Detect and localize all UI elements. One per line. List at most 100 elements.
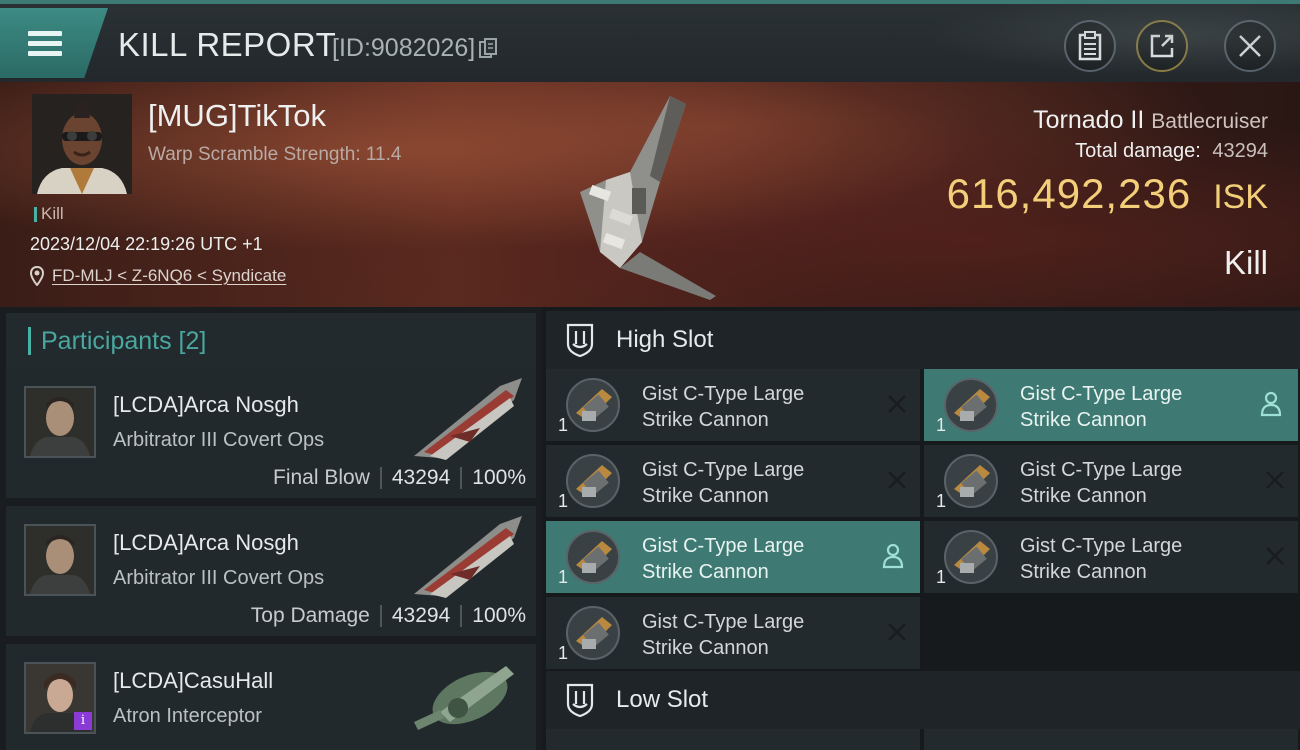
module-quantity: 1 bbox=[558, 491, 569, 511]
module-item[interactable]: 1 Gist C-Type Large Strike Cannon bbox=[546, 597, 920, 669]
location-link[interactable]: FD-MLJ < Z-6NQ6 < Syndicate bbox=[52, 266, 286, 286]
tag-marker bbox=[34, 206, 37, 222]
info-badge-icon: i bbox=[74, 712, 92, 730]
report-id[interactable]: [ID:9082026] bbox=[332, 34, 498, 63]
module-name-line2: Strike Cannon bbox=[1020, 409, 1147, 431]
module-name-line1: Gist C-Type Large bbox=[1020, 459, 1183, 481]
participant-ship-image[interactable] bbox=[410, 514, 528, 600]
high-slot-label: High Slot bbox=[616, 326, 714, 353]
close-button[interactable] bbox=[1224, 20, 1276, 72]
module-name-line2: Strike Cannon bbox=[642, 637, 769, 659]
module-item[interactable]: 1 Gist C-Type Large Strike Cannon bbox=[924, 521, 1298, 593]
participant-ship: Arbitrator III Covert Ops bbox=[113, 567, 325, 589]
hamburger-menu-icon bbox=[28, 26, 62, 61]
dropped-person-icon bbox=[1260, 391, 1282, 417]
participant-stats: Top Damage 43294 100% bbox=[251, 604, 526, 628]
kill-result: Kill bbox=[1223, 244, 1268, 281]
copy-icon[interactable] bbox=[479, 37, 498, 60]
divider bbox=[379, 605, 382, 627]
destroyed-icon bbox=[888, 623, 906, 641]
victim-ship-image[interactable] bbox=[560, 92, 740, 302]
module-quantity: 1 bbox=[936, 491, 947, 511]
cannon-module-icon bbox=[944, 378, 998, 432]
menu-button[interactable] bbox=[0, 8, 108, 78]
divider bbox=[460, 605, 463, 627]
kill-timestamp: 2023/12/04 22:19:26 UTC +1 bbox=[30, 234, 263, 254]
module-item-partial[interactable] bbox=[924, 729, 1298, 750]
victim-banner: [MUG]TikTok Warp Scramble Strength: 11.4… bbox=[0, 82, 1300, 307]
kill-tag-label: Kill bbox=[41, 204, 64, 223]
module-name-line2: Strike Cannon bbox=[642, 485, 769, 507]
participant-damage: 43294 bbox=[391, 604, 451, 627]
cannon-module-icon bbox=[566, 378, 620, 432]
module-item-partial[interactable] bbox=[546, 729, 920, 750]
participant-ship-image[interactable] bbox=[410, 376, 528, 462]
avatar bbox=[26, 388, 94, 456]
share-button[interactable] bbox=[1136, 20, 1188, 72]
participant-name[interactable]: [LCDA]Arca Nosgh bbox=[113, 530, 299, 556]
module-quantity: 1 bbox=[936, 415, 947, 435]
module-name-line2: Strike Cannon bbox=[642, 409, 769, 431]
participant-avatar[interactable] bbox=[24, 386, 96, 458]
participants-header: Participants [2] bbox=[6, 313, 536, 369]
location-pin-icon bbox=[30, 266, 44, 286]
victim-avatar bbox=[32, 94, 132, 194]
participant-damage: 43294 bbox=[391, 466, 451, 489]
destroyed-icon bbox=[888, 395, 906, 413]
module-name: Gist C-Type Large Strike Cannon bbox=[1020, 457, 1240, 509]
kill-tag: Kill bbox=[34, 204, 64, 224]
module-quantity: 1 bbox=[558, 643, 569, 663]
destroyed-icon bbox=[1266, 471, 1284, 489]
cannon-module-icon bbox=[566, 606, 620, 660]
module-name-line1: Gist C-Type Large bbox=[1020, 535, 1183, 557]
isk-line: 616,492,236 ISK bbox=[947, 170, 1268, 218]
clipboard-button[interactable] bbox=[1064, 20, 1116, 72]
module-name-line1: Gist C-Type Large bbox=[1020, 383, 1183, 405]
participant-percent: 100% bbox=[472, 466, 526, 489]
page-title: KILL REPORT bbox=[118, 26, 337, 63]
participant-name[interactable]: [LCDA]CasuHall bbox=[113, 668, 273, 694]
cannon-module-icon bbox=[944, 454, 998, 508]
participant-card[interactable]: i [LCDA]CasuHall Atron Interceptor bbox=[6, 644, 536, 750]
module-item[interactable]: 1 Gist C-Type Large Strike Cannon bbox=[546, 369, 920, 441]
report-id-text: [ID:9082026] bbox=[332, 34, 476, 62]
participant-role: Final Blow bbox=[273, 466, 370, 489]
module-item[interactable]: 1 Gist C-Type Large Strike Cannon bbox=[546, 521, 920, 593]
participant-card[interactable]: [LCDA]Arca Nosgh Arbitrator III Covert O… bbox=[6, 506, 536, 636]
module-quantity: 1 bbox=[558, 567, 569, 587]
victim-name[interactable]: [MUG]TikTok bbox=[148, 98, 326, 134]
participant-stats: Final Blow 43294 100% bbox=[273, 466, 526, 490]
participant-card[interactable]: [LCDA]Arca Nosgh Arbitrator III Covert O… bbox=[6, 368, 536, 498]
module-name-line1: Gist C-Type Large bbox=[642, 459, 805, 481]
victim-ship-line: Tornado II Battlecruiser bbox=[1033, 106, 1268, 135]
victim-portrait[interactable] bbox=[32, 94, 132, 194]
kill-location[interactable]: FD-MLJ < Z-6NQ6 < Syndicate bbox=[30, 266, 286, 286]
participant-avatar[interactable] bbox=[24, 524, 96, 596]
avatar bbox=[26, 526, 94, 594]
victim-subtitle: Warp Scramble Strength: 11.4 bbox=[148, 144, 402, 165]
cannon-module-icon bbox=[566, 530, 620, 584]
module-item[interactable]: 1 Gist C-Type Large Strike Cannon bbox=[546, 445, 920, 517]
high-slot-header: High Slot bbox=[546, 311, 1300, 369]
victim-ship-name[interactable]: Tornado II bbox=[1033, 106, 1144, 134]
participant-name[interactable]: [LCDA]Arca Nosgh bbox=[113, 392, 299, 418]
victim-ship-class: Battlecruiser bbox=[1151, 110, 1268, 133]
participant-ship-image[interactable] bbox=[410, 652, 528, 738]
participant-avatar[interactable]: i bbox=[24, 662, 96, 734]
low-slot-icon bbox=[566, 683, 594, 718]
cannon-module-icon bbox=[944, 530, 998, 584]
module-item[interactable]: 1 Gist C-Type Large Strike Cannon bbox=[924, 369, 1298, 441]
participants-label: Participants [2] bbox=[41, 326, 207, 355]
clipboard-icon bbox=[1078, 31, 1102, 61]
isk-value: 616,492,236 bbox=[946, 170, 1192, 217]
cannon-module-icon bbox=[566, 454, 620, 508]
low-slot-header: Low Slot bbox=[546, 671, 1300, 729]
module-name-line1: Gist C-Type Large bbox=[642, 611, 805, 633]
total-damage: Total damage: 43294 bbox=[1075, 140, 1268, 163]
participants-panel: Participants [2] [LCDA]Arca Nosgh Arbitr… bbox=[0, 307, 542, 750]
module-name: Gist C-Type Large Strike Cannon bbox=[1020, 381, 1240, 433]
header-marker bbox=[28, 327, 31, 355]
module-item[interactable]: 1 Gist C-Type Large Strike Cannon bbox=[924, 445, 1298, 517]
destroyed-icon bbox=[888, 471, 906, 489]
module-name: Gist C-Type Large Strike Cannon bbox=[1020, 533, 1240, 585]
